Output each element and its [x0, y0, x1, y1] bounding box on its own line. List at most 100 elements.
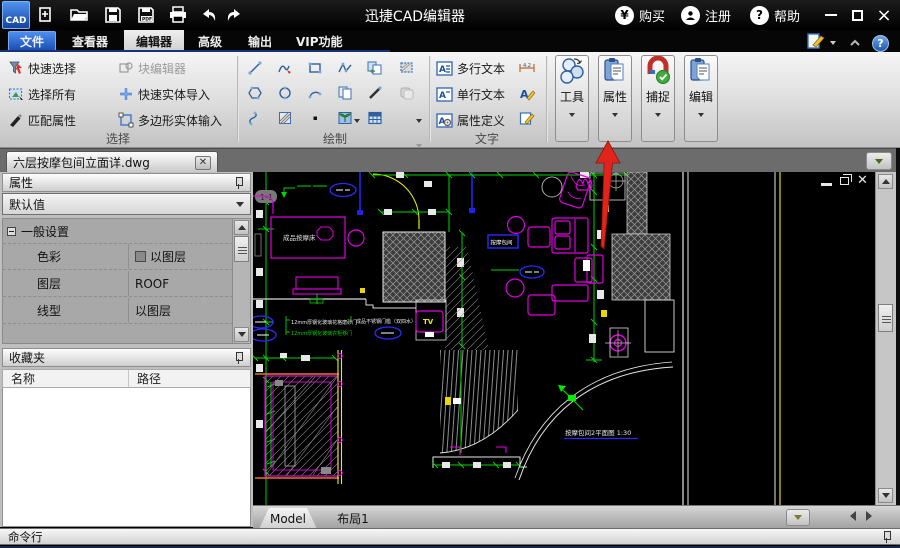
property-section-general[interactable]: 一般设置: [3, 219, 233, 244]
draw-image-icon[interactable]: [334, 108, 356, 128]
draw-region-icon[interactable]: [396, 83, 418, 103]
register-button[interactable]: 注册: [681, 4, 731, 26]
menu-editor[interactable]: 编辑器: [124, 30, 184, 52]
favorites-col-name[interactable]: 名称: [3, 370, 129, 387]
draw-boundary-icon[interactable]: [396, 58, 418, 78]
cad-logo[interactable]: CAD: [2, 1, 30, 29]
draw-arc-icon[interactable]: [304, 83, 326, 103]
draw-point-icon[interactable]: [304, 108, 326, 128]
draw-rectangle-icon[interactable]: [304, 58, 326, 78]
command-line-bar[interactable]: 命令行: [0, 528, 900, 545]
group-label-select: 选择: [105, 132, 130, 146]
menu-advanced[interactable]: 高级: [188, 30, 232, 52]
drawing-canvas[interactable]: 1-1 成品按摩床 按摩包间 TV 按摩包间2平面图 1:30 12mm厚钢化玻…: [253, 172, 875, 505]
ribbon-match-properties[interactable]: 匹配属性: [8, 110, 76, 130]
properties-caret-icon[interactable]: [612, 113, 618, 117]
scroll-up-icon[interactable]: [234, 220, 249, 235]
tools-caret-icon[interactable]: [569, 113, 575, 117]
collapse-ribbon-icon[interactable]: [848, 34, 862, 53]
properties-bigbutton[interactable]: 属性: [598, 55, 632, 142]
tab-layout1[interactable]: 布局1: [323, 508, 383, 529]
save-button[interactable]: [101, 4, 125, 26]
menu-file[interactable]: 文件: [8, 31, 56, 51]
canvas-scrollbar[interactable]: [875, 172, 896, 505]
layout-scroll-right-icon[interactable]: [866, 511, 872, 521]
canvas-restore-icon[interactable]: [840, 174, 852, 185]
pin-icon[interactable]: [234, 176, 244, 189]
buy-button[interactable]: ¥ 购买: [615, 4, 665, 26]
print-button[interactable]: [166, 4, 190, 26]
document-tab[interactable]: 六层按摩包间立面详.dwg ✕: [6, 151, 218, 173]
undo-button[interactable]: [197, 4, 221, 26]
canvas-scroll-up-icon[interactable]: [878, 174, 893, 189]
ribbon-attribute-define[interactable]: A 属性定义: [436, 110, 505, 130]
layout-dropdown[interactable]: [786, 509, 810, 526]
snap-caret-icon[interactable]: [655, 113, 661, 117]
favorites-list[interactable]: [2, 388, 251, 527]
close-button[interactable]: ×: [873, 5, 895, 26]
scroll-down-icon[interactable]: [234, 327, 249, 342]
draw-insert-block-icon[interactable]: [364, 58, 386, 78]
draw-thick-line-icon[interactable]: [364, 83, 386, 103]
draw-polyline-icon[interactable]: [334, 58, 356, 78]
edit-caret-icon[interactable]: [698, 113, 704, 117]
draw-copy-object-icon[interactable]: [334, 83, 356, 103]
favorites-col-path[interactable]: 路径: [129, 370, 161, 387]
draw-spline-icon[interactable]: [244, 108, 266, 128]
layout-scroll-left-icon[interactable]: [850, 511, 856, 521]
ribbon-quick-select[interactable]: 快速选择: [8, 58, 76, 78]
property-row-linetype[interactable]: 线型 以图层: [3, 298, 233, 324]
property-row-layer[interactable]: 图层 ROOF: [3, 271, 233, 297]
menu-vip[interactable]: VIP功能: [286, 30, 353, 52]
ribbon-separator: [429, 56, 431, 142]
tv-label: TV: [423, 318, 434, 326]
pin-icon[interactable]: [882, 530, 892, 543]
collapse-icon[interactable]: [7, 226, 16, 236]
tab-model[interactable]: Model: [259, 508, 317, 529]
canvas-close-icon[interactable]: ✕: [857, 174, 868, 187]
canvas-scroll-down-icon[interactable]: [878, 488, 893, 503]
ribbon-mtext[interactable]: A 多行文本: [436, 58, 505, 78]
tab-list-dropdown[interactable]: [866, 152, 892, 170]
ribbon-polygon-entity-input[interactable]: 多边形实体输入: [118, 110, 222, 130]
maximize-button[interactable]: [846, 5, 868, 25]
scroll-thumb[interactable]: [234, 236, 249, 262]
edit-bigbutton[interactable]: 编辑: [684, 55, 718, 142]
draw-circle-icon[interactable]: [274, 83, 296, 103]
draw-freehand-icon[interactable]: [274, 58, 296, 78]
ribbon-quick-entity-import[interactable]: 快速实体导入: [118, 84, 210, 104]
canvas-scroll-thumb[interactable]: [878, 304, 893, 332]
new-file-button[interactable]: [33, 4, 57, 26]
text-scale-icon[interactable]: 4.2: [516, 58, 538, 78]
help-button[interactable]: ? 帮助: [750, 4, 800, 26]
preset-combobox[interactable]: 默认值: [2, 193, 251, 215]
ribbon-select-all[interactable]: 选择所有: [8, 84, 76, 104]
open-file-button[interactable]: [67, 4, 91, 26]
text-edit-icon[interactable]: [516, 108, 538, 128]
tab-close-icon[interactable]: ✕: [195, 155, 211, 170]
snap-bigbutton[interactable]: 捕捉: [641, 55, 675, 142]
ribbon-dtext[interactable]: A 单行文本: [436, 84, 505, 104]
menu-output[interactable]: 输出: [238, 30, 282, 52]
property-grid-scrollbar[interactable]: [232, 219, 250, 343]
redo-button[interactable]: [222, 4, 246, 26]
pin-icon[interactable]: [234, 351, 244, 364]
svg-text:4.2: 4.2: [523, 63, 531, 69]
help-circle-icon[interactable]: ?: [872, 34, 889, 52]
draw-table-icon[interactable]: [364, 108, 386, 128]
note-threshold: 成品不锈钢门槛（双四水）: [356, 318, 416, 325]
minimize-button[interactable]: [820, 5, 842, 25]
tools-bigbutton[interactable]: 工具: [555, 55, 589, 142]
ribbon-block-editor[interactable]: 块编辑器: [118, 58, 186, 78]
canvas-minimize-icon[interactable]: [821, 182, 832, 186]
edit-note-caret-icon[interactable]: [830, 41, 836, 45]
text-style-icon[interactable]: A: [516, 83, 538, 103]
edit-note-icon[interactable]: [806, 32, 826, 54]
draw-polygon-icon[interactable]: [244, 83, 266, 103]
draw-hatch-icon[interactable]: [274, 108, 296, 128]
draw-boundary-caret-icon[interactable]: [416, 119, 422, 123]
save-as-pdf-button[interactable]: PDF: [134, 4, 158, 26]
menu-viewer[interactable]: 查看器: [62, 30, 118, 52]
draw-line-icon[interactable]: [244, 58, 266, 78]
property-row-color[interactable]: 色彩 以图层: [3, 244, 233, 270]
